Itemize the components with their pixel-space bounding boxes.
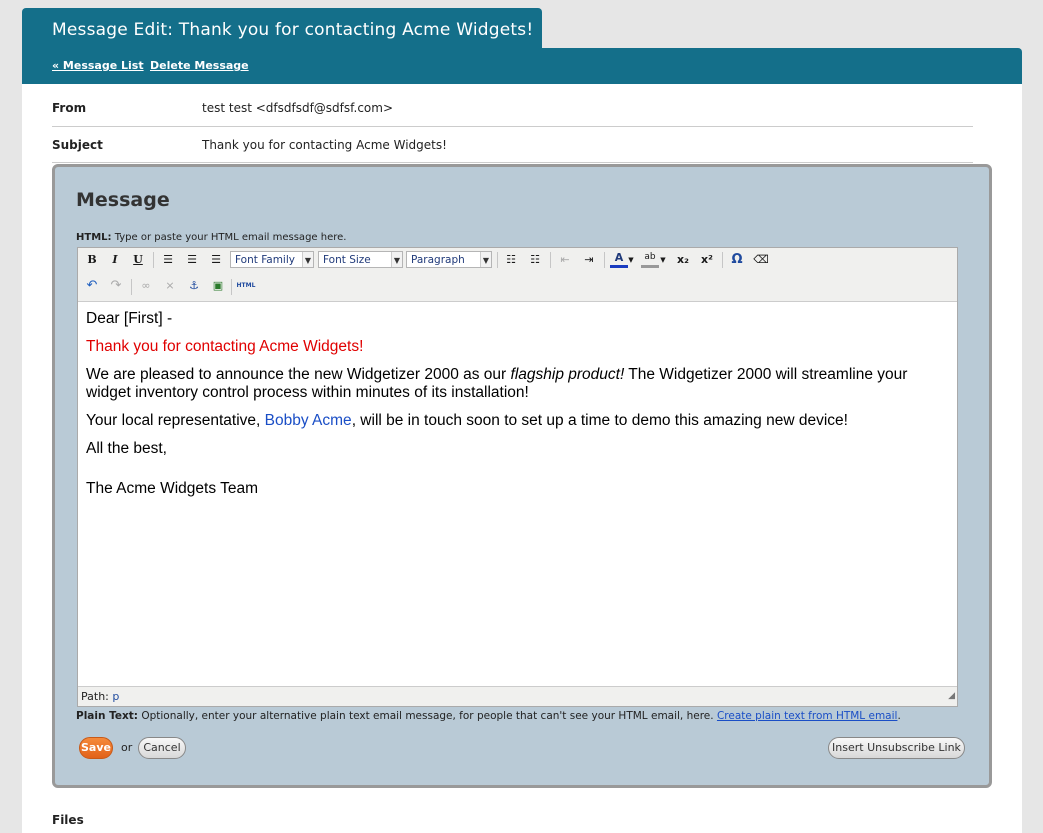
closing-line: All the best, <box>86 440 167 457</box>
superscript-button[interactable]: x² <box>698 251 716 269</box>
special-character-button[interactable]: Ω <box>728 251 746 269</box>
eraser-icon[interactable]: ⌫ <box>752 251 770 269</box>
plain-text-hint-text: Optionally, enter your alternative plain… <box>141 710 714 722</box>
text-color-dropdown-icon[interactable]: ▼ <box>627 251 635 269</box>
representative-link[interactable]: Bobby Acme <box>265 412 352 429</box>
plain-text-hint-end: . <box>897 710 901 722</box>
font-size-label: Font Size <box>323 254 371 266</box>
underline-button[interactable]: U <box>129 251 147 269</box>
font-family-label: Font Family <box>235 254 295 266</box>
text-color-icon[interactable]: A <box>610 250 628 268</box>
anchor-icon[interactable]: ⚓ <box>185 277 203 295</box>
indent-icon[interactable]: ⇥ <box>580 251 598 269</box>
chevron-down-icon: ▼ <box>302 252 313 267</box>
align-center-icon[interactable]: ☰ <box>183 251 201 269</box>
from-value: test test <dfsdfsdf@sdfsf.com> <box>202 101 393 115</box>
highlight-dropdown-icon[interactable]: ▼ <box>659 251 667 269</box>
plain-text-hint: Plain Text: Optionally, enter your alter… <box>76 710 901 722</box>
thanks-line: Thank you for contacting Acme Widgets! <box>86 338 364 355</box>
subject-row: Subject Thank you for contacting Acme Wi… <box>52 127 973 163</box>
page-title: Message Edit: Thank you for contacting A… <box>52 20 534 40</box>
html-label: HTML: <box>76 232 112 243</box>
insert-unsubscribe-link-button[interactable]: Insert Unsubscribe Link <box>828 737 965 759</box>
editor-body[interactable]: Dear [First] - Thank you for contacting … <box>78 302 957 685</box>
plain-text-label: Plain Text: <box>76 710 138 722</box>
create-plain-text-link[interactable]: Create plain text from HTML email <box>717 710 898 722</box>
paragraph-label: Paragraph <box>411 254 465 266</box>
html-editor: B I U ☰ ☰ ☰ Font Family ▼ Font Size ▼ Pa… <box>77 247 958 707</box>
subject-label: Subject <box>52 138 103 152</box>
toolbar-separator <box>722 252 723 268</box>
save-button[interactable]: Save <box>79 737 113 759</box>
page-header-tab: Message Edit: Thank you for contacting A… <box>22 8 542 50</box>
toolbar-separator <box>153 252 154 268</box>
cancel-button[interactable]: Cancel <box>138 737 186 759</box>
from-row: From test test <dfsdfsdf@sdfsf.com> <box>52 96 973 127</box>
message-panel: Message HTML: Type or paste your HTML em… <box>52 164 992 788</box>
font-family-select[interactable]: Font Family ▼ <box>230 251 314 268</box>
chevron-down-icon: ▼ <box>391 252 402 267</box>
image-icon[interactable]: ▣ <box>209 277 227 295</box>
path-label: Path: <box>81 690 109 703</box>
path-value[interactable]: p <box>112 690 119 703</box>
announcement-paragraph: We are pleased to announce the new Widge… <box>86 366 946 402</box>
align-right-icon[interactable]: ☰ <box>207 251 225 269</box>
bullet-list-icon[interactable]: ☷ <box>502 251 520 269</box>
unlink-icon[interactable]: ⨯ <box>161 277 179 295</box>
align-left-icon[interactable]: ☰ <box>159 251 177 269</box>
toolbar-separator <box>497 252 498 268</box>
chevron-down-icon: ▼ <box>480 252 491 267</box>
para1-emphasis: flagship product! <box>510 366 625 383</box>
font-size-select[interactable]: Font Size ▼ <box>318 251 403 268</box>
outdent-icon[interactable]: ⇤ <box>556 251 574 269</box>
toolbar-separator <box>231 279 232 295</box>
bold-button[interactable]: B <box>83 251 101 269</box>
highlight-color-icon[interactable]: ab <box>641 250 659 268</box>
italic-button[interactable]: I <box>106 251 124 269</box>
editor-toolbar: B I U ☰ ☰ ☰ Font Family ▼ Font Size ▼ Pa… <box>78 248 957 302</box>
link-icon[interactable]: ∞ <box>137 277 155 295</box>
para2-end: , will be in touch soon to set up a time… <box>351 412 848 429</box>
toolbar-separator <box>550 252 551 268</box>
subscript-button[interactable]: x₂ <box>674 251 692 269</box>
greeting-line: Dear [First] - <box>86 310 173 327</box>
editor-statusbar: Path: p ◢ <box>78 686 957 706</box>
paragraph-select[interactable]: Paragraph ▼ <box>406 251 492 268</box>
resize-handle-icon[interactable]: ◢ <box>948 686 955 706</box>
signature-line: The Acme Widgets Team <box>86 480 259 497</box>
para1-start: We are pleased to announce the new Widge… <box>86 366 511 383</box>
html-hint: HTML: Type or paste your HTML email mess… <box>76 232 346 243</box>
from-label: From <box>52 101 87 115</box>
toolbar-separator <box>131 279 132 295</box>
representative-paragraph: Your local representative, Bobby Acme, w… <box>86 412 946 430</box>
or-text: or <box>121 741 133 754</box>
delete-message-link[interactable]: Delete Message <box>150 59 249 72</box>
main-content: From test test <dfsdfsdf@sdfsf.com> Subj… <box>22 84 1022 833</box>
undo-icon[interactable]: ↶ <box>83 277 101 295</box>
numbered-list-icon[interactable]: ☷ <box>526 251 544 269</box>
files-heading: Files <box>52 813 84 827</box>
para2-start: Your local representative, <box>86 412 265 429</box>
html-source-button[interactable]: HTML <box>235 277 257 295</box>
message-heading: Message <box>76 189 170 211</box>
message-list-link[interactable]: « Message List <box>52 59 144 72</box>
html-hint-text: Type or paste your HTML email message he… <box>114 232 347 243</box>
redo-icon[interactable]: ↷ <box>107 277 125 295</box>
header-nav: « Message List Delete Message <box>22 48 1022 84</box>
subject-value: Thank you for contacting Acme Widgets! <box>202 138 447 152</box>
toolbar-separator <box>604 252 605 268</box>
